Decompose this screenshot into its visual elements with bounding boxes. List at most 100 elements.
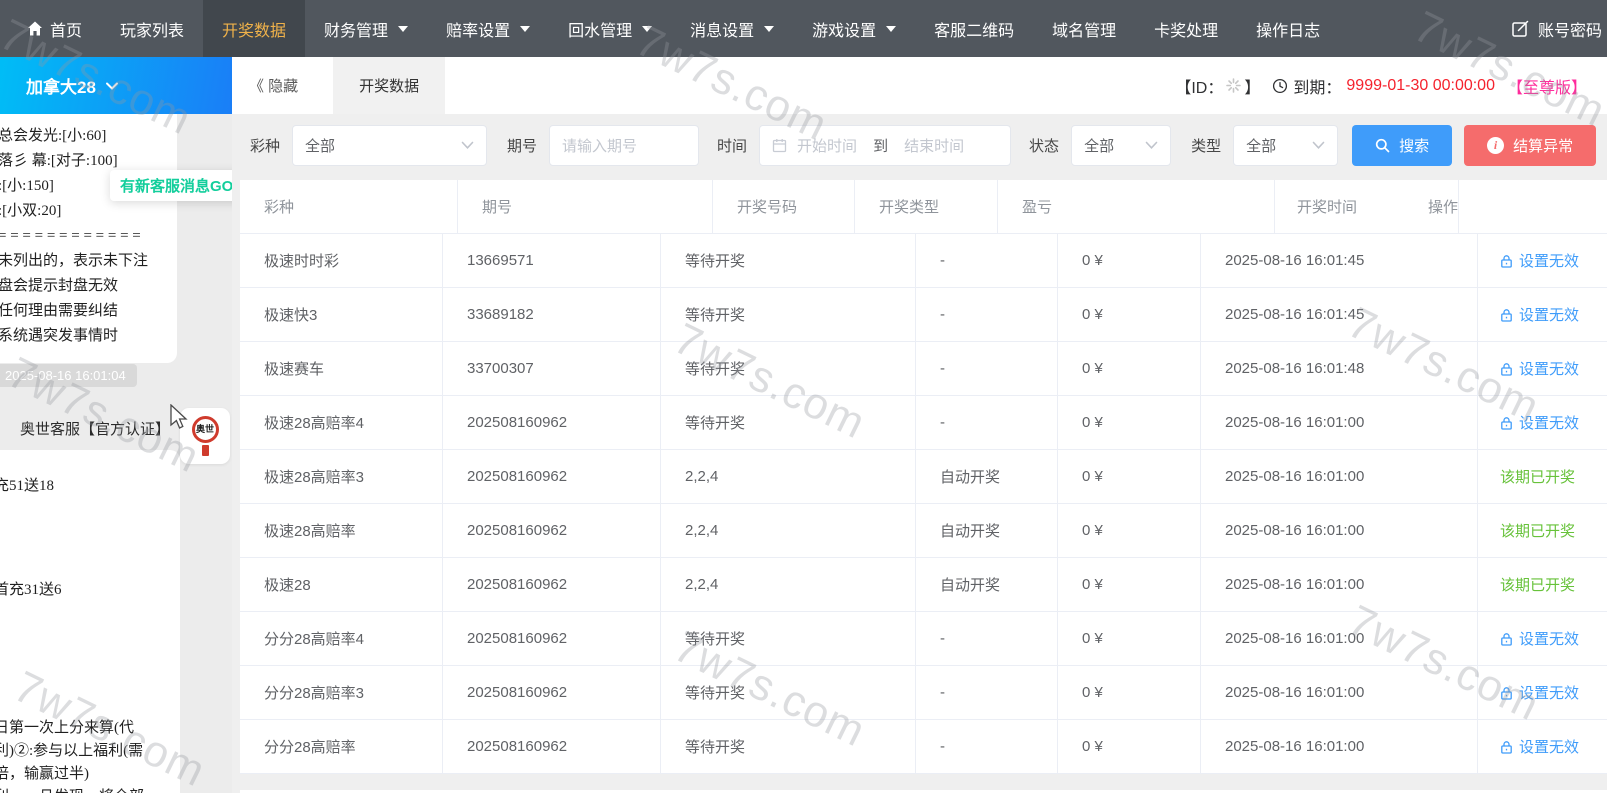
- end-time-placeholder: 结束时间: [904, 135, 964, 156]
- lock-icon: [1500, 632, 1513, 646]
- settlement-abnormal-label: 结算异常: [1513, 135, 1573, 156]
- status-filter-label: 状态: [1029, 135, 1059, 156]
- cell-draw-time: 2025-08-16 16:01:45: [1201, 288, 1478, 341]
- cell-draw-type: -: [916, 612, 1058, 665]
- lottery-select-value: 全部: [305, 135, 335, 156]
- type-filter-label: 类型: [1191, 135, 1221, 156]
- set-invalid-link[interactable]: 设置无效: [1500, 358, 1579, 379]
- search-icon: [1375, 138, 1390, 153]
- search-button[interactable]: 搜索: [1352, 125, 1452, 166]
- lottery-selector[interactable]: 加拿大28: [0, 57, 232, 114]
- cell-action: 该期已开奖: [1478, 450, 1607, 503]
- cell-draw-time: 2025-08-16 16:01:45: [1201, 234, 1478, 287]
- cell-draw-time: 2025-08-16 16:01:00: [1201, 720, 1478, 773]
- chevron-down-icon: [1312, 141, 1325, 150]
- cell-draw-time: 2025-08-16 16:01:00: [1201, 396, 1478, 449]
- nav-item[interactable]: 玩家列表: [101, 0, 203, 57]
- chevron-down-icon: [398, 26, 408, 32]
- tab-lottery-data[interactable]: 开奖数据: [333, 57, 445, 114]
- issue-input[interactable]: 请输入期号: [549, 125, 699, 166]
- start-time-placeholder: 开始时间: [797, 135, 857, 156]
- cell-numbers: 等待开奖: [661, 396, 916, 449]
- nav-menu: 首页 玩家列表 开奖数据 财务管理: [0, 0, 1339, 57]
- nav-item[interactable]: 赔率设置: [427, 0, 549, 57]
- table-header-cell: 彩种: [240, 180, 458, 233]
- table-header-cell: 开奖类型: [855, 180, 998, 233]
- chat-timestamp: 2025-08-16 16:01:04: [0, 364, 137, 387]
- nav-item-label: 玩家列表: [120, 17, 184, 41]
- hide-label: 《 隐藏: [249, 75, 298, 96]
- cell-profit: 0 ¥: [1058, 288, 1201, 341]
- expire-label: 到期：: [1293, 74, 1341, 98]
- account-label: 账号密码: [1538, 17, 1602, 41]
- set-invalid-link[interactable]: 设置无效: [1500, 682, 1579, 703]
- nav-item[interactable]: 游戏设置: [793, 0, 915, 57]
- nav-item[interactable]: 回水管理: [549, 0, 671, 57]
- type-select-value: 全部: [1246, 135, 1276, 156]
- nav-item[interactable]: 消息设置: [671, 0, 793, 57]
- nav-item[interactable]: 客服二维码: [915, 0, 1033, 57]
- status-select[interactable]: 全部: [1071, 125, 1171, 166]
- cell-lottery: 分分28高赔率3: [240, 666, 443, 719]
- cell-issue: 33689182: [443, 288, 661, 341]
- subheader: 《 隐藏 开奖数据 【ID： 】 到期：9999-01-30 00:00:00 …: [232, 57, 1607, 114]
- type-select[interactable]: 全部: [1233, 125, 1338, 166]
- hide-sidebar-button[interactable]: 《 隐藏: [232, 57, 315, 114]
- cell-draw-time: 2025-08-16 16:01:00: [1201, 504, 1478, 557]
- sender-name: 奥世客服【官方认证】: [20, 418, 170, 439]
- set-invalid-link[interactable]: 设置无效: [1500, 304, 1579, 325]
- set-invalid-link[interactable]: 设置无效: [1500, 412, 1579, 433]
- cell-numbers: 2,2,4: [661, 558, 916, 611]
- account-menu[interactable]: 账号密码: [1512, 0, 1602, 57]
- expire-date: 9999-01-30 00:00:00: [1346, 77, 1495, 95]
- promo-line: 利)②:参与以上福利(需: [0, 739, 143, 760]
- nav-item[interactable]: 域名管理: [1033, 0, 1135, 57]
- cell-lottery: 分分28高赔率4: [240, 612, 443, 665]
- sidebar-chat-panel: 加拿大28 总会发光:[小:60]落彡 幕:[对子:100]:[小:150]:[…: [0, 57, 232, 793]
- new-message-toast[interactable]: 有新客服消息GO: [110, 170, 232, 201]
- cell-numbers: 等待开奖: [661, 666, 916, 719]
- cell-profit: 0 ¥: [1058, 234, 1201, 287]
- lock-icon: [1500, 254, 1513, 268]
- nav-item[interactable]: 首页: [8, 0, 101, 57]
- table-row: 极速28高赔率3 202508160962 2,2,4 自动开奖 0 ¥ 202…: [240, 450, 1607, 504]
- search-button-label: 搜索: [1399, 135, 1429, 156]
- cell-draw-time: 2025-08-16 16:01:00: [1201, 666, 1478, 719]
- chevron-down-icon: [105, 81, 119, 91]
- lottery-select[interactable]: 全部: [292, 125, 487, 166]
- table-row: 分分28高赔率3 202508160962 等待开奖 - 0 ¥ 2025-08…: [240, 666, 1607, 720]
- account-id: 【ID： 】: [1175, 74, 1260, 98]
- cell-action: 设置无效: [1478, 396, 1607, 449]
- cell-numbers: 等待开奖: [661, 612, 916, 665]
- nav-item[interactable]: 财务管理: [305, 0, 427, 57]
- top-navbar: 首页 玩家列表 开奖数据 财务管理: [0, 0, 1607, 57]
- cell-action: 设置无效: [1478, 342, 1607, 395]
- chat-line: 盘会提示封盘无效: [0, 274, 171, 299]
- lock-icon: [1500, 362, 1513, 376]
- lock-icon: [1500, 308, 1513, 322]
- promo-line: 首充31送6: [0, 578, 62, 599]
- table-row: 分分28高赔率 202508160962 等待开奖 - 0 ¥ 2025-08-…: [240, 720, 1607, 774]
- set-invalid-link[interactable]: 设置无效: [1500, 628, 1579, 649]
- cell-draw-type: -: [916, 234, 1058, 287]
- nav-item[interactable]: 卡奖处理: [1135, 0, 1237, 57]
- issue-filter-label: 期号: [507, 135, 537, 156]
- nav-item[interactable]: 操作日志: [1237, 0, 1339, 57]
- lock-icon: [1500, 686, 1513, 700]
- cell-lottery: 分分28高赔率: [240, 720, 443, 773]
- promo-line: 利，一旦发现，将全部: [0, 785, 144, 793]
- set-invalid-link[interactable]: 设置无效: [1500, 250, 1579, 271]
- cell-draw-time: 2025-08-16 16:01:00: [1201, 450, 1478, 503]
- date-range-picker[interactable]: 开始时间 到 结束时间: [759, 125, 1011, 166]
- set-invalid-link[interactable]: 设置无效: [1500, 736, 1579, 757]
- settlement-abnormal-button[interactable]: i 结算异常: [1464, 125, 1596, 166]
- action-label: 设置无效: [1519, 304, 1579, 325]
- chat-line: 未列出的，表示未下注: [0, 249, 171, 274]
- nav-item[interactable]: 开奖数据: [203, 0, 305, 57]
- clock-icon: [1272, 78, 1288, 94]
- cell-draw-time: 2025-08-16 16:01:00: [1201, 612, 1478, 665]
- lock-icon: [1500, 416, 1513, 430]
- cell-profit: 0 ¥: [1058, 612, 1201, 665]
- chevron-down-icon: [1145, 141, 1158, 150]
- nav-item-label: 财务管理: [324, 17, 388, 41]
